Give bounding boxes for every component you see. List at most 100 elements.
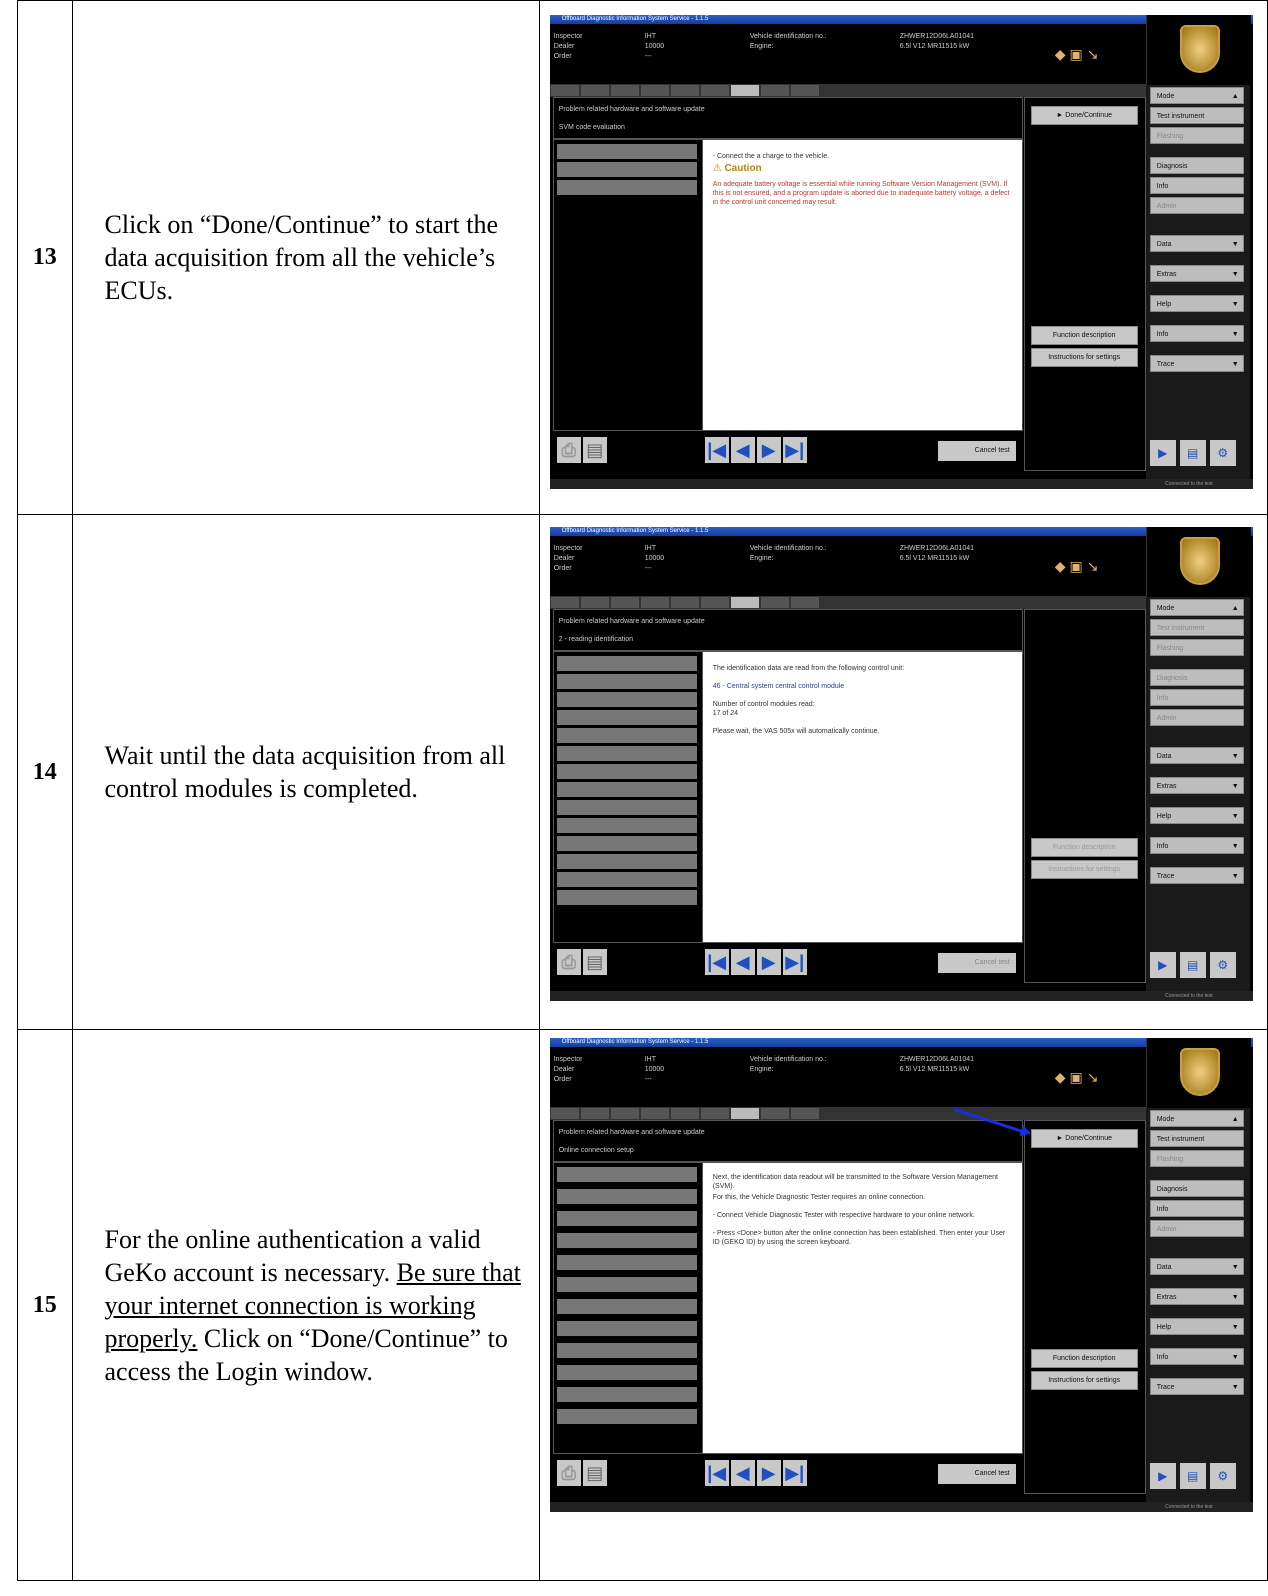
step-item[interactable]	[556, 746, 697, 761]
step-item[interactable]	[556, 1343, 697, 1358]
document-icon[interactable]: ▤	[582, 949, 607, 975]
step-item[interactable]	[556, 1321, 697, 1336]
cancel-test-button[interactable]: Cancel test	[937, 1464, 1016, 1484]
sidebar-info2[interactable]: Info ▼	[1149, 837, 1244, 854]
sidebar-help[interactable]: Help ▼	[1149, 295, 1244, 312]
instructions-settings-button[interactable]: Instructions for settings	[1030, 1371, 1138, 1390]
sidebar-trace[interactable]: Trace ▼	[1149, 355, 1244, 372]
gear-icon[interactable]: ⚙	[1209, 1463, 1236, 1489]
next-icon[interactable]: ▶	[756, 1460, 781, 1486]
tab-bar[interactable]	[549, 1107, 1146, 1120]
step-item[interactable]	[556, 1233, 697, 1248]
sidebar-help[interactable]: Help ▼	[1149, 807, 1244, 824]
step-item[interactable]	[556, 656, 697, 671]
forward-icon[interactable]: ▶	[1149, 440, 1176, 466]
step-item[interactable]	[556, 836, 697, 851]
tab-bar[interactable]	[549, 596, 1146, 609]
step-item[interactable]	[556, 180, 697, 195]
toolbar-icons[interactable]: ◆▣↘	[1055, 1069, 1103, 1086]
sidebar-test-instrument[interactable]: Test instrument	[1149, 619, 1244, 636]
notes-icon[interactable]: ▤	[1179, 440, 1206, 466]
first-icon[interactable]: |◀	[704, 1460, 729, 1486]
sidebar-trace[interactable]: Trace ▼	[1149, 867, 1244, 884]
gear-icon[interactable]: ⚙	[1209, 952, 1236, 978]
sidebar-data[interactable]: Data ▼	[1149, 1258, 1244, 1275]
sidebar-data[interactable]: Data ▼	[1149, 235, 1244, 252]
toolbar-icons[interactable]: ◆▣↘	[1055, 558, 1103, 575]
step-item[interactable]	[556, 1387, 697, 1402]
gear-icon[interactable]: ⚙	[1209, 440, 1236, 466]
forward-icon[interactable]: ▶	[1149, 952, 1176, 978]
sidebar-test-instrument[interactable]: Test instrument	[1149, 107, 1244, 124]
sidebar-admin[interactable]: Admin	[1149, 1220, 1244, 1237]
last-icon[interactable]: ▶|	[782, 949, 807, 975]
previous-icon[interactable]: ◀	[730, 437, 755, 463]
last-icon[interactable]: ▶|	[782, 437, 807, 463]
step-item[interactable]	[556, 1211, 697, 1226]
next-icon[interactable]: ▶	[756, 437, 781, 463]
done-continue-button[interactable]: ► Done/Continue	[1030, 106, 1138, 125]
sidebar-extras[interactable]: Extras ▼	[1149, 777, 1244, 794]
last-icon[interactable]: ▶|	[782, 1460, 807, 1486]
cancel-test-button[interactable]: Cancel test	[937, 441, 1016, 461]
sidebar-mode[interactable]: Mode ▲	[1149, 599, 1244, 616]
sidebar-extras[interactable]: Extras ▼	[1149, 265, 1244, 282]
step-item[interactable]	[556, 710, 697, 725]
step-item[interactable]	[556, 1277, 697, 1292]
sidebar-info2[interactable]: Info ▼	[1149, 1348, 1244, 1365]
sidebar-admin[interactable]: Admin	[1149, 709, 1244, 726]
function-description-button[interactable]: Function description	[1030, 326, 1138, 345]
sidebar-flashing[interactable]: Flashing	[1149, 639, 1244, 656]
instructions-settings-button[interactable]: Instructions for settings	[1030, 348, 1138, 367]
toolbar-icons[interactable]: ◆▣↘	[1055, 46, 1103, 63]
sidebar-mode[interactable]: Mode ▲	[1149, 87, 1244, 104]
step-item[interactable]	[556, 1189, 697, 1204]
print-icon[interactable]: ⎙	[556, 949, 581, 975]
step-item[interactable]	[556, 1409, 697, 1424]
document-icon[interactable]: ▤	[582, 1460, 607, 1486]
sidebar-admin[interactable]: Admin	[1149, 197, 1244, 214]
step-item[interactable]	[556, 674, 697, 689]
step-item[interactable]	[556, 692, 697, 707]
instructions-settings-button[interactable]: Instructions for settings	[1030, 860, 1138, 879]
step-item[interactable]	[556, 800, 697, 815]
step-item[interactable]	[556, 1255, 697, 1270]
print-icon[interactable]: ⎙	[556, 437, 581, 463]
step-item[interactable]	[556, 1299, 697, 1314]
forward-icon[interactable]: ▶	[1149, 1463, 1176, 1489]
notes-icon[interactable]: ▤	[1179, 1463, 1206, 1489]
sidebar-diagnosis[interactable]: Diagnosis	[1149, 157, 1244, 174]
sidebar-extras[interactable]: Extras ▼	[1149, 1288, 1244, 1305]
step-item[interactable]	[556, 728, 697, 743]
first-icon[interactable]: |◀	[704, 949, 729, 975]
sidebar-diagnosis[interactable]: Diagnosis	[1149, 669, 1244, 686]
step-item[interactable]	[556, 872, 697, 887]
step-item[interactable]	[556, 764, 697, 779]
sidebar-flashing[interactable]: Flashing	[1149, 127, 1244, 144]
sidebar-flashing[interactable]: Flashing	[1149, 1150, 1244, 1167]
sidebar-info[interactable]: Info	[1149, 1200, 1244, 1217]
sidebar-info[interactable]: Info	[1149, 689, 1244, 706]
step-item[interactable]	[556, 144, 697, 159]
sidebar-help[interactable]: Help ▼	[1149, 1318, 1244, 1335]
tab-bar[interactable]	[549, 84, 1146, 97]
previous-icon[interactable]: ◀	[730, 949, 755, 975]
function-description-button[interactable]: Function description	[1030, 1349, 1138, 1368]
function-description-button[interactable]: Function description	[1030, 838, 1138, 857]
cancel-test-button[interactable]: Cancel test	[937, 953, 1016, 973]
previous-icon[interactable]: ◀	[730, 1460, 755, 1486]
document-icon[interactable]: ▤	[582, 437, 607, 463]
step-item[interactable]	[556, 818, 697, 833]
next-icon[interactable]: ▶	[756, 949, 781, 975]
sidebar-diagnosis[interactable]: Diagnosis	[1149, 1180, 1244, 1197]
step-item[interactable]	[556, 854, 697, 869]
sidebar-info2[interactable]: Info ▼	[1149, 325, 1244, 342]
done-continue-button[interactable]: ► Done/Continue	[1030, 1129, 1138, 1148]
step-item[interactable]	[556, 1365, 697, 1380]
sidebar-data[interactable]: Data ▼	[1149, 747, 1244, 764]
first-icon[interactable]: |◀	[704, 437, 729, 463]
sidebar-info[interactable]: Info	[1149, 177, 1244, 194]
step-item[interactable]	[556, 782, 697, 797]
step-item[interactable]	[556, 162, 697, 177]
print-icon[interactable]: ⎙	[556, 1460, 581, 1486]
